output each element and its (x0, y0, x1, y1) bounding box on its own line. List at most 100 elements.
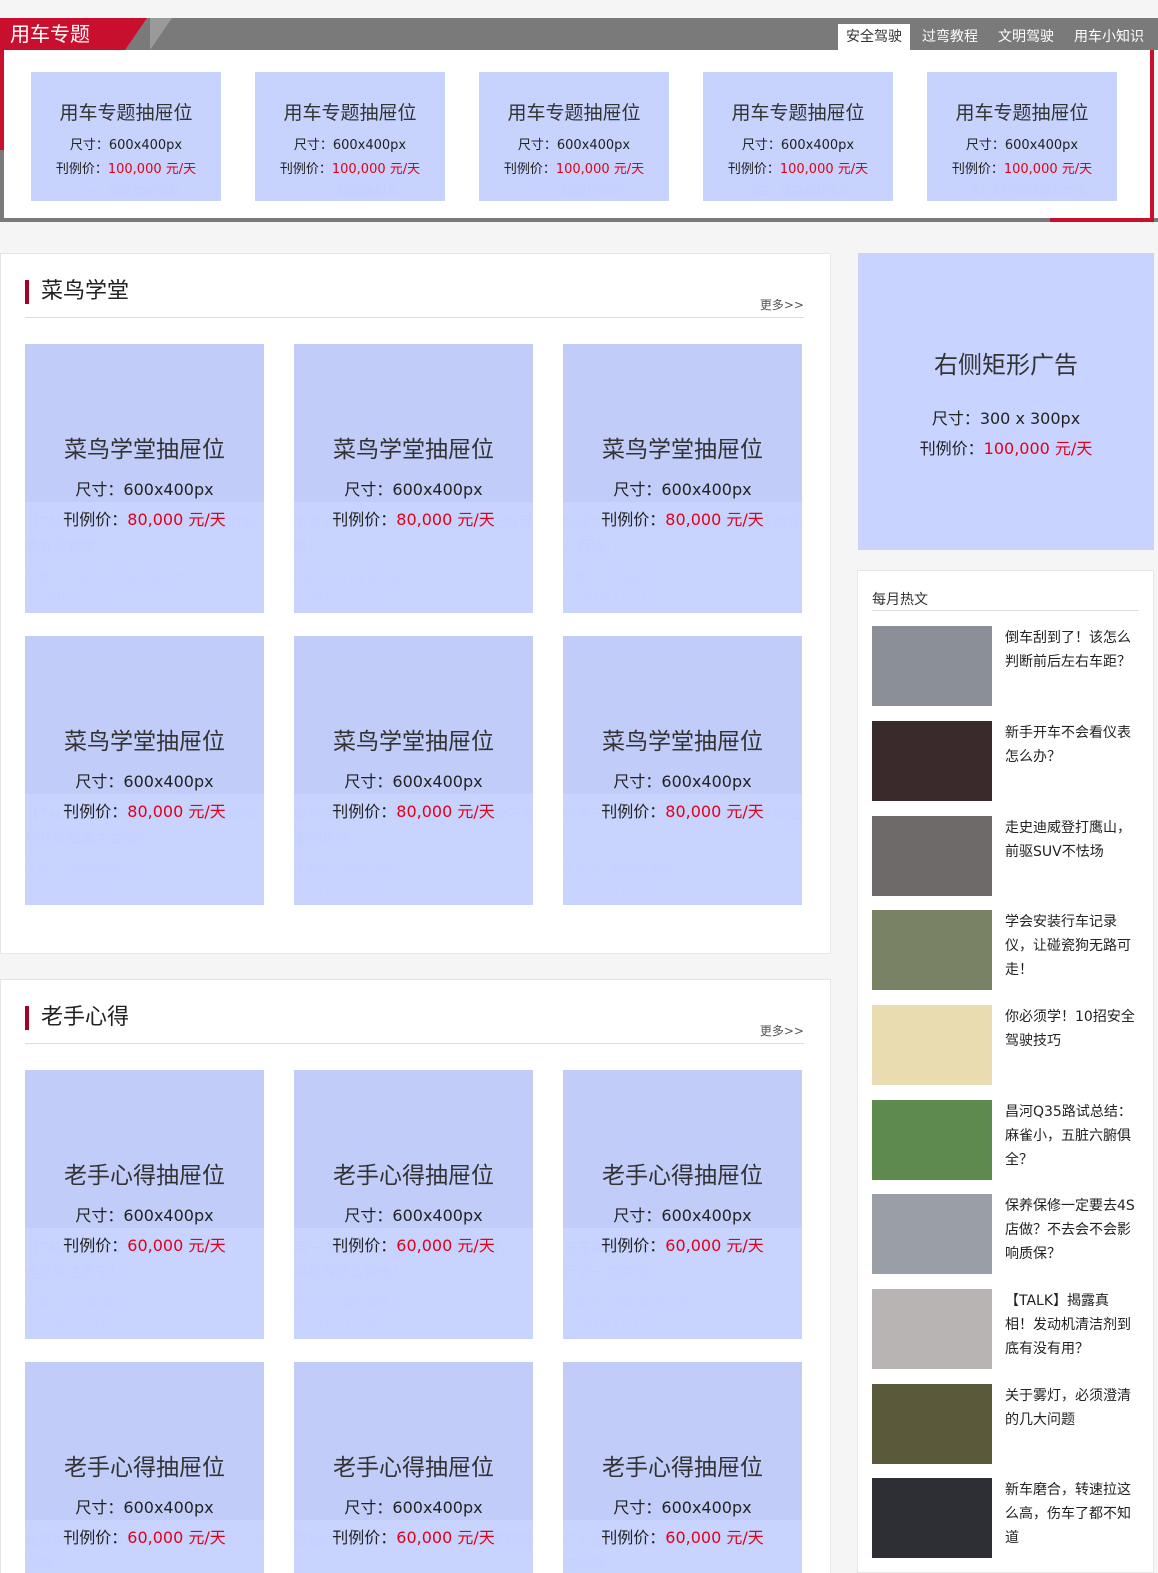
topic-ad-title: 用车专题抽屉位 (955, 102, 1089, 124)
hot-article-thumbnail[interactable] (872, 1384, 992, 1464)
hot-article-title[interactable]: 新车磨合，转速拉这么高，伤车了都不知道 (1005, 1478, 1137, 1550)
side-ad-size: 尺寸：300 x 300px (931, 409, 1081, 428)
tab-civil-driving[interactable]: 文明驾驶 (990, 24, 1062, 50)
topic-ad-price-label: 刊例价： (727, 162, 780, 177)
hot-article-thumbnail[interactable] (872, 1289, 992, 1369)
hot-article-thumbnail[interactable] (872, 626, 992, 706)
hot-article-item[interactable]: 学会安装行车记录仪，让碰瓷狗无路可走！ (872, 910, 1140, 990)
novice-ad-slot[interactable]: 新手开车必读：上路前这些都要做好准备开！关键词：磨合期 新车2016-11-07… (563, 636, 802, 905)
topic-ad-size: 尺寸：600x400px (517, 138, 631, 153)
hot-article-thumbnail[interactable] (872, 1478, 992, 1558)
veteran-section-title: 老手心得 (25, 1006, 129, 1030)
hot-article-thumbnail[interactable] (872, 1005, 992, 1085)
hot-article-item[interactable]: 【TALK】揭露真相！发动机清洁剂到底有没有用？ (872, 1289, 1140, 1369)
topic-ad-price: 刊例价：100,000 元/天 (31, 158, 221, 177)
hot-article-item[interactable]: 保养保修一定要去4S店做？不去会不会影响质保？ (872, 1194, 1140, 1274)
veteran-ad-title: 老手心得抽屉位 (602, 1455, 763, 1481)
novice-ad-price: 刊例价：80,000 元/天 (563, 798, 802, 822)
hot-article-thumbnail[interactable] (872, 816, 992, 896)
veteran-ad-title: 老手心得抽屉位 (64, 1455, 225, 1481)
tab-safe-driving[interactable]: 安全驾驶 (838, 24, 910, 50)
veteran-ad-size: 尺寸：600x400px (613, 1498, 752, 1517)
hot-article-item[interactable]: 关于雾灯，必须澄清的几大问题 (872, 1384, 1140, 1464)
topic-ad-price-label: 刊例价： (503, 162, 556, 177)
topic-ad-slot[interactable]: （五）ESP的效果与作用用车专题抽屉位尺寸：600x400px刊例价：100,0… (927, 72, 1117, 201)
novice-ad-price-value: 80,000 元/天 (665, 802, 764, 821)
hot-article-title[interactable]: 【TALK】揭露真相！发动机清洁剂到底有没有用？ (1005, 1289, 1137, 1361)
topic-ad-price-value: 100,000 元/天 (779, 162, 869, 177)
hot-article-thumbnail[interactable] (872, 721, 992, 801)
veteran-ad-slot[interactable]: 用一次就知道，塑料件翻新剂的小黑瓶有这么神奇？关键词：塑料保养2016-11-1… (294, 1070, 533, 1339)
hot-article-title[interactable]: 学会安装行车记录仪，让碰瓷狗无路可走！ (1005, 910, 1137, 982)
hot-article-title[interactable]: 倒车刮到了！该怎么判断前后左右车距？ (1005, 626, 1137, 674)
hot-article-title[interactable]: 昌河Q35路试总结：麻雀小，五脏六腑俱全？ (1005, 1100, 1137, 1172)
side-ad-title: 右侧矩形广告 (934, 351, 1078, 379)
topic-ad-slot[interactable]: （一）安全驾驶出发用车专题抽屉位尺寸：600x400px刊例价：100,000 … (31, 72, 221, 201)
side-ad-price: 刊例价：100,000 元/天 (858, 435, 1154, 459)
veteran-more-link[interactable]: 更多>> (760, 1022, 804, 1039)
novice-ad-slot[interactable]: 学会安装行车记录仪，让碰瓷狗无路可走！关键词：行车记录仪2016-11-23菜鸟… (294, 344, 533, 613)
veteran-ad-price: 刊例价：60,000 元/天 (563, 1232, 802, 1256)
veteran-ad-price-label: 刊例价： (63, 1528, 128, 1547)
hot-article-title[interactable]: 新手开车不会看仪表怎么办？ (1005, 721, 1137, 769)
veteran-ad-slot[interactable]: 洗车真的会伤车漆吗？我们进行了一次实测！关键词：洗车 车漆 实测2016-11-… (563, 1070, 802, 1339)
novice-ad-price: 刊例价：80,000 元/天 (25, 506, 264, 530)
veteran-ad-slot[interactable]: 打火后千万别急着走，原来热车这么做老手心得抽屉位尺寸：600x400px刊例价：… (563, 1362, 802, 1573)
novice-ad-slot[interactable]: 保养保修一定要去4S店做？不去会不会影响质保？关键词：质保 保养2016-11-… (294, 636, 533, 905)
topic-ad-price: 刊例价：100,000 元/天 (479, 158, 669, 177)
veteran-ad-size: 尺寸：600x400px (613, 1206, 752, 1225)
topic-title-wedge (125, 18, 147, 50)
novice-ad-size: 尺寸：600x400px (613, 480, 752, 499)
veteran-ad-slot[interactable]: 【TALK】雪天开车安全第一，这些点要注意了！关键词：雨雪 雪天2016-11-… (25, 1070, 264, 1339)
veteran-ad-price-value: 60,000 元/天 (396, 1528, 495, 1547)
hot-article-thumbnail[interactable] (872, 910, 992, 990)
novice-ad-price: 刊例价：80,000 元/天 (563, 506, 802, 530)
hot-article-title[interactable]: 走史迪威登打鹰山，前驱SUV不怯场 (1005, 816, 1137, 864)
topic-tabs: 安全驾驶 过弯教程 文明驾驶 用车小知识 (834, 24, 1152, 50)
hot-article-item[interactable]: 昌河Q35路试总结：麻雀小，五脏六腑俱全？ (872, 1100, 1140, 1180)
side-rect-ad[interactable]: 右侧矩形广告 尺寸：300 x 300px 刊例价：100,000 元/天 (858, 253, 1154, 550)
veteran-ad-title: 老手心得抽屉位 (602, 1163, 763, 1189)
hot-article-item[interactable]: 新车磨合，转速拉这么高，伤车了都不知道 (872, 1478, 1140, 1558)
veteran-ad-price-label: 刊例价： (332, 1528, 397, 1547)
tab-car-tips[interactable]: 用车小知识 (1066, 24, 1152, 50)
veteran-ad-title: 老手心得抽屉位 (64, 1163, 225, 1189)
novice-ad-price-value: 80,000 元/天 (665, 510, 764, 529)
novice-ad-price-value: 80,000 元/天 (396, 802, 495, 821)
hot-article-item[interactable]: 倒车刮到了！该怎么判断前后左右车距？ (872, 626, 1140, 706)
veteran-ad-price-value: 60,000 元/天 (665, 1528, 764, 1547)
veteran-ad-slot[interactable]: 雄鹰展翅，遇到雾霾天开车怎么办，怎么办？老手心得抽屉位尺寸：600x400px刊… (25, 1362, 264, 1573)
novice-ad-slot[interactable]: 【TALK】揭露真相！发动机清洁剂到底有没有用？关键词：保险业 发动机清洁剂20… (25, 344, 264, 613)
veteran-ad-price-label: 刊例价： (332, 1236, 397, 1255)
novice-ad-slot[interactable]: 【TALK】后视镜高低怎么调？座椅调到什么位置才合适？关键词：后视镜调节2016… (25, 636, 264, 905)
topic-ad-slot[interactable]: （三）如何打方向用车专题抽屉位尺寸：600x400px刊例价：100,000 元… (479, 72, 669, 201)
hot-title: 每月热文 (872, 592, 928, 608)
veteran-ad-price-label: 刊例价： (601, 1528, 666, 1547)
hot-article-item[interactable]: 你必须学！10招安全驾驶技巧 (872, 1005, 1140, 1085)
novice-ad-price-label: 刊例价： (601, 510, 666, 529)
hot-article-item[interactable]: 新手开车不会看仪表怎么办？ (872, 721, 1140, 801)
novice-more-link[interactable]: 更多>> (760, 296, 804, 313)
side-ad-price-label: 刊例价： (919, 439, 984, 458)
novice-ad-price-label: 刊例价： (63, 802, 128, 821)
novice-ad-slot[interactable]: 胎压监测，原来是这么回事！装它最好几百块！关键词：胎压监测2016-11-21菜… (563, 344, 802, 613)
tab-cornering[interactable]: 过弯教程 (914, 24, 986, 50)
veteran-ad-title: 老手心得抽屉位 (333, 1455, 494, 1481)
topic-ad-slot[interactable]: （二）如何急刹车用车专题抽屉位尺寸：600x400px刊例价：100,000 元… (255, 72, 445, 201)
hot-article-thumbnail[interactable] (872, 1194, 992, 1274)
novice-ad-price: 刊例价：80,000 元/天 (25, 798, 264, 822)
hot-article-title[interactable]: 关于雾灯，必须澄清的几大问题 (1005, 1384, 1137, 1432)
hot-article-title[interactable]: 保养保修一定要去4S店做？不去会不会影响质保？ (1005, 1194, 1137, 1266)
novice-ad-title: 菜鸟学堂抽屉位 (64, 729, 225, 755)
novice-ad-price-value: 80,000 元/天 (396, 510, 495, 529)
novice-ad-size: 尺寸：600x400px (75, 480, 214, 499)
hot-article-title[interactable]: 你必须学！10招安全驾驶技巧 (1005, 1005, 1137, 1053)
veteran-ad-slot[interactable]: 雪地开车注意事项，这些技巧你要知道老手心得抽屉位尺寸：600x400px刊例价：… (294, 1362, 533, 1573)
topic-ad-price-value: 100,000 元/天 (331, 162, 421, 177)
topic-ad-slot[interactable]: （四）紧急避让危险用车专题抽屉位尺寸：600x400px刊例价：100,000 … (703, 72, 893, 201)
topic-ad-title: 用车专题抽屉位 (59, 102, 193, 124)
hot-article-thumbnail[interactable] (872, 1100, 992, 1180)
topic-ad-price: 刊例价：100,000 元/天 (927, 158, 1117, 177)
hot-article-item[interactable]: 走史迪威登打鹰山，前驱SUV不怯场 (872, 816, 1140, 896)
novice-ad-title: 菜鸟学堂抽屉位 (602, 729, 763, 755)
